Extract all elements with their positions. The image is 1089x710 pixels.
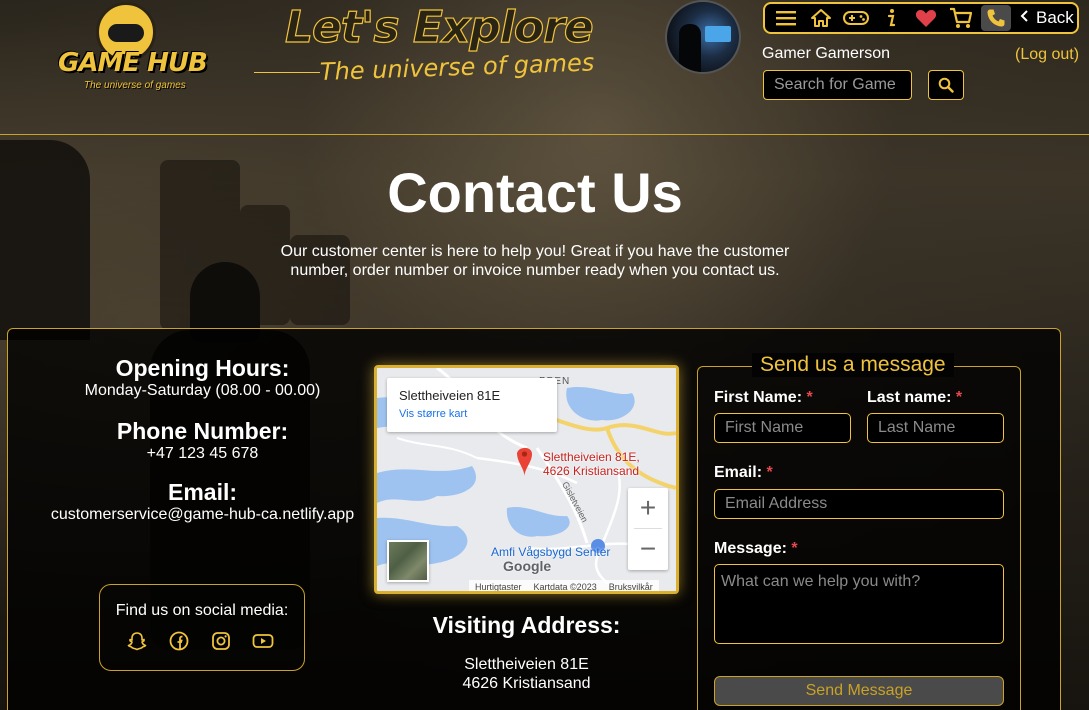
phone-value: +47 123 45 678 [146, 445, 259, 462]
map-pin-label: Slettheiveien 81E, 4626 Kristiansand [543, 450, 640, 478]
cart-icon[interactable] [946, 5, 976, 31]
map-info-card: Slettheiveien 81E Vis større kart [387, 378, 557, 432]
phone-heading: Phone Number: [116, 418, 289, 444]
page-title: Contact Us [387, 161, 683, 224]
username: Gamer Gamerson [762, 45, 891, 62]
larger-map-link[interactable]: Vis større kart [399, 408, 467, 420]
menu-icon[interactable] [771, 5, 801, 31]
send-message-button[interactable]: Send Message [714, 676, 1004, 706]
info-icon[interactable] [876, 5, 906, 31]
instagram-icon[interactable] [210, 630, 232, 652]
back-button[interactable]: Back [1020, 8, 1074, 28]
message-field[interactable] [714, 564, 1004, 644]
map-area-label: Amfi Vågsbygd Senter [491, 545, 611, 559]
phone-icon[interactable] [981, 5, 1011, 31]
opening-hours-heading: Opening Hours: [115, 355, 290, 381]
social-label: Find us on social media: [115, 602, 289, 619]
email-value: customerservice@game-hub-ca.netlify.app [50, 506, 355, 523]
zoom-in-button[interactable]: + [628, 488, 668, 528]
visiting-address-street: Slettheiveien 81E [464, 656, 589, 673]
last-name-label: Last name: * [867, 389, 963, 406]
visiting-address-city: 4626 Kristiansand [462, 675, 591, 692]
map-zoom-controls: + − [628, 488, 668, 570]
chevron-left-icon [1020, 9, 1028, 27]
game-hub-logo[interactable]: GAME HUB The universe of games [58, 2, 210, 94]
social-media-box: Find us on social media: [99, 584, 305, 671]
gamepad-icon[interactable] [841, 5, 871, 31]
headline: Let's Explore [284, 1, 594, 53]
first-name-label: First Name: * [714, 389, 813, 406]
location-map[interactable]: PPEN Slettheiveien 81E Vis større kart S… [374, 365, 679, 594]
search-input[interactable] [763, 70, 912, 100]
message-label: Message: * [714, 540, 798, 557]
youtube-icon[interactable] [252, 630, 274, 652]
logo-text: GAME HUB [58, 48, 208, 78]
last-name-field[interactable] [867, 413, 1004, 443]
email-heading: Email: [167, 479, 238, 505]
map-card-title: Slettheiveien 81E [399, 388, 501, 403]
map-footer: Hurtigtaster Kartdata ©2023 Bruksvilkår [469, 580, 659, 592]
map-data-credit: Kartdata ©2023 [533, 582, 597, 592]
back-label: Back [1036, 8, 1074, 27]
intro-text: Our customer center is here to help you!… [280, 243, 790, 279]
heart-icon[interactable] [911, 5, 941, 31]
logo-tagline: The universe of games [84, 80, 186, 91]
first-name-field[interactable] [714, 413, 851, 443]
map-shortcuts-link[interactable]: Hurtigtaster [475, 582, 522, 591]
search-icon [938, 77, 954, 93]
gamepad-icon [108, 24, 144, 42]
search-button[interactable] [928, 70, 964, 100]
site-header: GAME HUB The universe of games Let's Exp… [0, 0, 1089, 135]
zoom-out-button[interactable]: − [628, 529, 668, 569]
avatar[interactable] [665, 0, 741, 74]
subheadline: The universe of games [319, 48, 595, 86]
opening-hours-value: Monday-Saturday (08.00 - 00.00) [84, 382, 321, 399]
google-logo: Google [503, 558, 552, 574]
headline-divider [254, 72, 320, 73]
home-icon[interactable] [806, 5, 836, 31]
email-field[interactable] [714, 489, 1004, 519]
visiting-address-heading: Visiting Address: [432, 612, 621, 638]
nav-bar: Back [763, 2, 1079, 34]
satellite-toggle[interactable] [387, 540, 429, 582]
form-legend: Send us a message [752, 353, 954, 377]
logout-link[interactable]: (Log out) [1015, 46, 1079, 64]
snapchat-icon[interactable] [126, 630, 148, 652]
contact-info: Opening Hours: Monday-Saturday (08.00 - … [40, 355, 365, 524]
email-label: Email: * [714, 464, 773, 481]
facebook-icon[interactable] [168, 630, 190, 652]
map-terms-link[interactable]: Bruksvilkår [609, 582, 653, 591]
